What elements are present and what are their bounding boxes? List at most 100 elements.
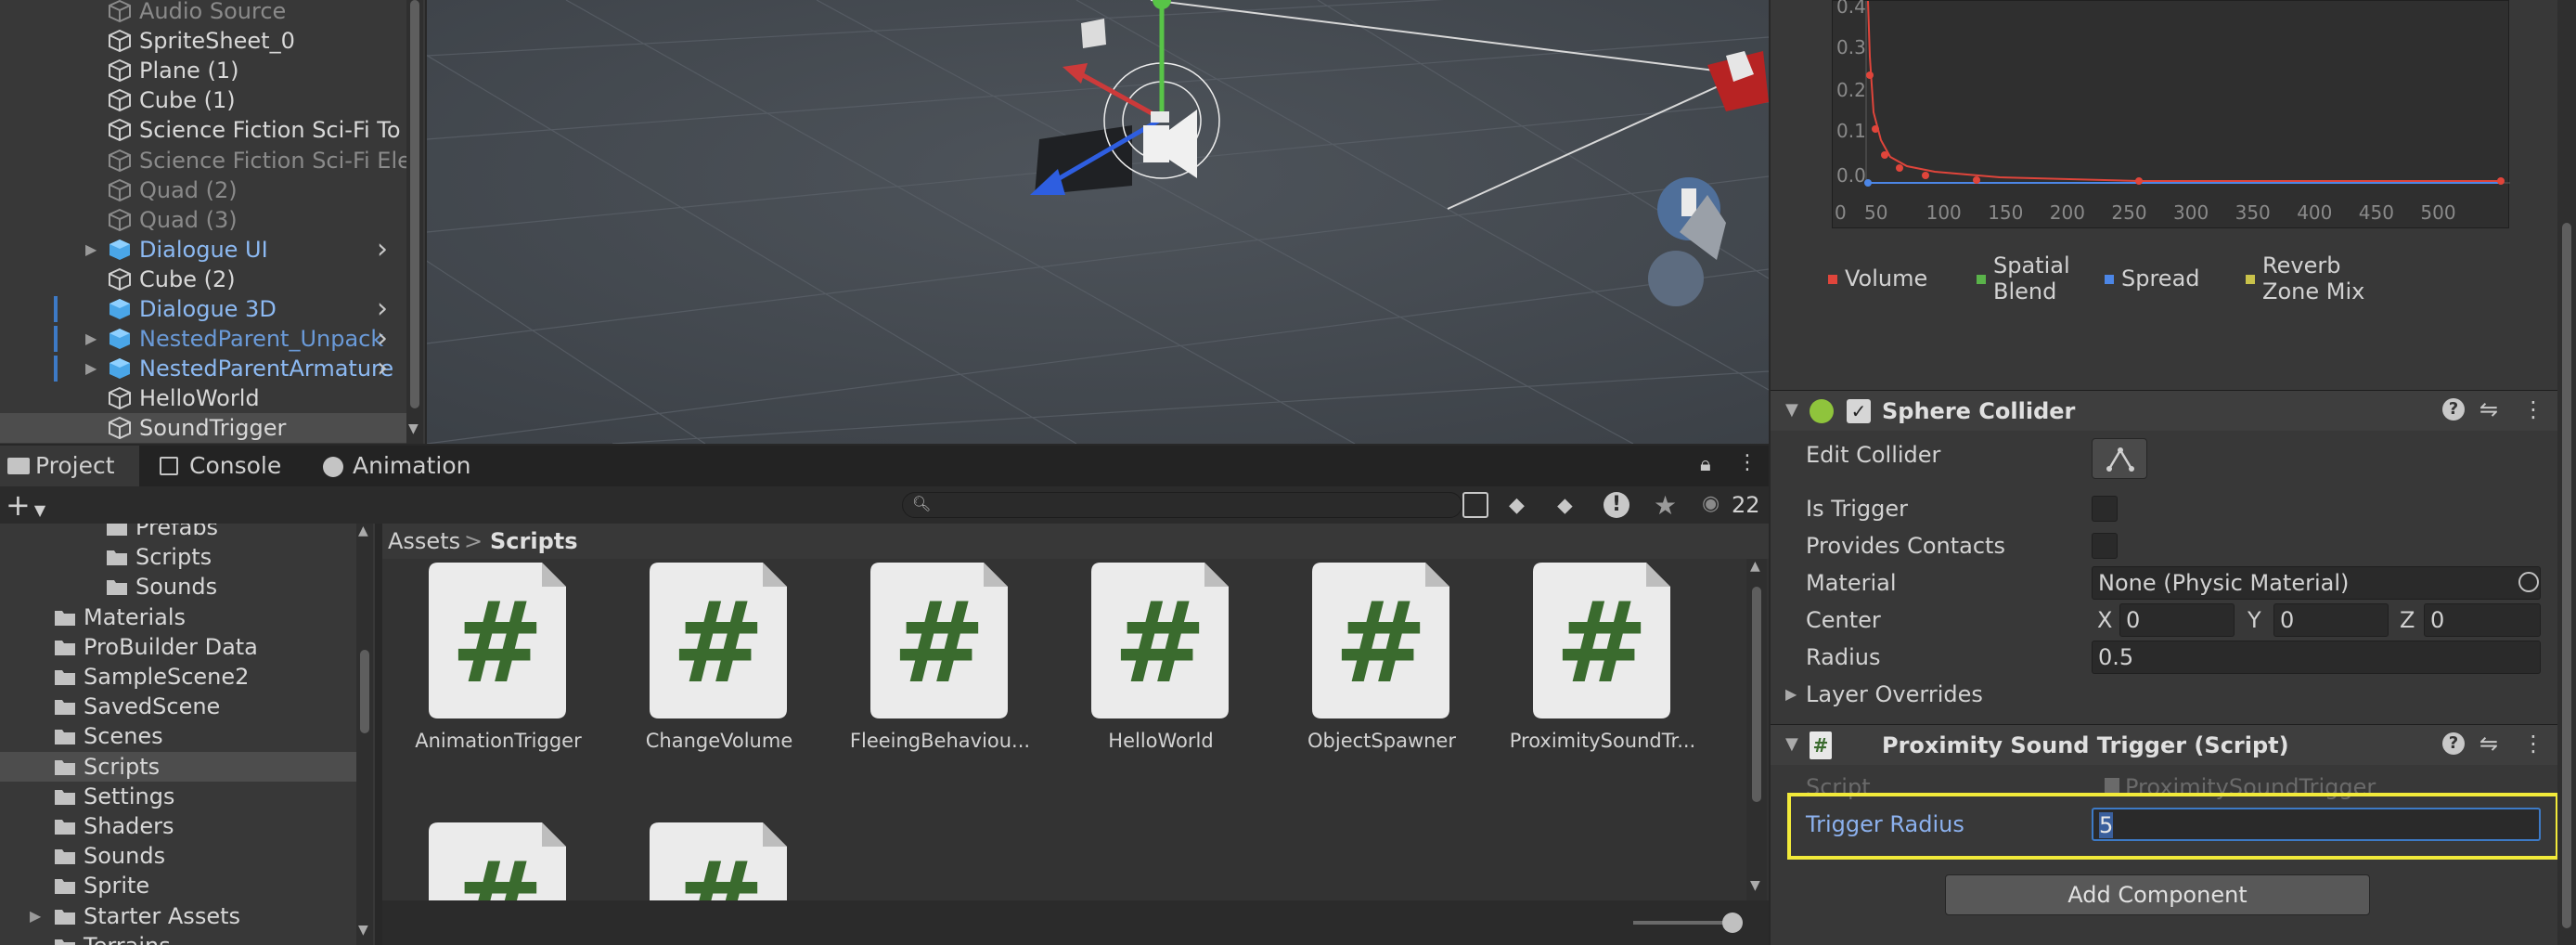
script-asset[interactable]: # HelloWorld: [1050, 559, 1264, 752]
folder-tree-item[interactable]: Sprite: [0, 871, 356, 900]
legend-label[interactable]: Reverb Zone Mix: [2262, 252, 2383, 304]
folder-tree-item[interactable]: Sounds: [0, 572, 356, 602]
tab-project[interactable]: Project: [0, 446, 139, 486]
lock-icon[interactable]: 🔒︎: [1700, 453, 1711, 476]
tab-console[interactable]: Console: [150, 446, 308, 486]
open-prefab-chevron-icon[interactable]: ›: [377, 294, 388, 324]
foldout-arrow-icon[interactable]: ▶: [85, 354, 104, 383]
foldout-arrow-icon[interactable]: ▶: [30, 901, 41, 931]
search-input[interactable]: 🔍︎: [902, 492, 1462, 518]
component-menu-icon[interactable]: ⋮: [2522, 396, 2544, 422]
hierarchy-item[interactable]: Cube (1): [0, 85, 408, 115]
hierarchy-item[interactable]: Dialogue 3D ›: [0, 294, 408, 324]
hierarchy-item[interactable]: Audio Source: [0, 0, 408, 26]
open-prefab-chevron-icon[interactable]: ›: [377, 354, 388, 383]
folder-tree-item[interactable]: Scenes: [0, 721, 356, 751]
open-prefab-chevron-icon[interactable]: ›: [377, 235, 388, 265]
trigger-radius-field[interactable]: 5: [2092, 808, 2541, 841]
center-z-field[interactable]: 0: [2424, 603, 2541, 637]
hierarchy-item[interactable]: SpriteSheet_0: [0, 26, 408, 56]
warning-filter-icon[interactable]: !: [1604, 492, 1629, 518]
legend-label[interactable]: Spread: [2121, 265, 2223, 291]
gameobject-cube-icon: [108, 149, 132, 173]
favorite-star-icon[interactable]: ★: [1654, 490, 1677, 521]
folder-tree-item[interactable]: SampleScene2: [0, 662, 356, 692]
folder-tree-item[interactable]: SavedScene: [0, 692, 356, 721]
folder-tree-item[interactable]: ProBuilder Data: [0, 632, 356, 662]
help-icon[interactable]: ?: [2442, 732, 2465, 755]
folder-tree-item[interactable]: Shaders: [0, 811, 356, 841]
hierarchy-item[interactable]: ▶ Dialogue UI ›: [0, 235, 408, 265]
hierarchy-item[interactable]: ▶ NestedParent_Unpack ›: [0, 324, 408, 354]
folder-tree-item[interactable]: Scripts: [0, 542, 356, 572]
sphere-collider-header[interactable]: ▼ ✓ Sphere Collider ? ⇋ ⋮: [1771, 390, 2569, 431]
folder-tree-item[interactable]: Materials: [0, 602, 356, 632]
material-field[interactable]: None (Physic Material): [2092, 566, 2541, 600]
hierarchy-scrollbar[interactable]: ▼: [406, 0, 423, 444]
radius-field[interactable]: 0.5: [2092, 641, 2541, 674]
add-component-button[interactable]: Add Component: [1945, 874, 2370, 915]
folder-tree-item[interactable]: Settings: [0, 782, 356, 811]
enabled-checkbox[interactable]: ✓: [1847, 399, 1871, 423]
rolloff-curve-graph[interactable]: 0.4 0.3 0.2 0.1 0.0 0 50 100 150 200 250 300 350 400…: [1832, 0, 2510, 228]
hierarchy-item[interactable]: Plane (1): [0, 56, 408, 85]
layer-overrides-foldout[interactable]: Layer Overrides: [1806, 681, 1983, 707]
more-menu-icon[interactable]: ⋮: [1737, 451, 1758, 474]
edit-collider-button[interactable]: [2092, 438, 2147, 479]
foldout-arrow-icon[interactable]: ▼: [1785, 400, 1798, 420]
provides-contacts-checkbox[interactable]: [2092, 533, 2118, 559]
folder-tree-item[interactable]: Sounds: [0, 841, 356, 871]
is-trigger-checkbox[interactable]: [2092, 496, 2118, 522]
legend-label[interactable]: Volume: [1845, 265, 1947, 291]
center-x-field[interactable]: 0: [2119, 603, 2235, 637]
hierarchy-item[interactable]: ▶ NestedParentArmature ›: [0, 354, 408, 383]
add-asset-button[interactable]: + ▼: [6, 488, 45, 527]
tree-scrollbar[interactable]: ▲ ▼: [356, 524, 373, 945]
scene-view[interactable]: [427, 0, 1769, 444]
help-icon[interactable]: ?: [2442, 398, 2465, 421]
hierarchy-item[interactable]: Quad (2): [0, 175, 408, 205]
component-menu-icon[interactable]: ⋮: [2522, 731, 2544, 757]
hierarchy-item[interactable]: SoundTrigger: [0, 413, 408, 444]
icon-size-slider[interactable]: [1633, 913, 1743, 933]
hierarchy-item[interactable]: Cube (2): [0, 265, 408, 294]
legend-label[interactable]: Spatial Blend: [1993, 252, 2095, 304]
tab-animation[interactable]: Animation: [316, 446, 483, 486]
layer-overrides-foldout-icon[interactable]: ▶: [1785, 685, 1797, 703]
foldout-arrow-icon[interactable]: ▼: [1785, 734, 1798, 754]
script-asset[interactable]: # ProximitySoundTr...: [1492, 559, 1706, 752]
grid-scrollbar[interactable]: ▲ ▼: [1746, 559, 1767, 900]
preset-icon[interactable]: ⇋: [2479, 396, 2498, 422]
visibility-eye-icon[interactable]: ◉: [1702, 492, 1719, 515]
inspector-scrollbar[interactable]: [2557, 0, 2576, 945]
folder-tree-item[interactable]: Terrains: [0, 931, 356, 945]
label-icon[interactable]: ⬥: [1557, 492, 1573, 518]
open-prefab-chevron-icon[interactable]: ›: [377, 324, 388, 354]
proximity-sound-trigger-header[interactable]: ▼ # Proximity Sound Trigger (Script) ? ⇋…: [1771, 724, 2569, 765]
folder-tree-item[interactable]: Prefabs: [0, 524, 356, 542]
script-asset[interactable]: # ObjectSpawner: [1271, 559, 1485, 752]
center-y-field[interactable]: 0: [2273, 603, 2389, 637]
search-field[interactable]: [934, 495, 1417, 515]
script-asset[interactable]: #: [609, 761, 822, 900]
search-by-type-icon[interactable]: ◆: [1509, 494, 1525, 517]
script-asset[interactable]: # ChangeVolume: [609, 559, 822, 752]
gameobject-cube-icon: [108, 88, 132, 112]
script-asset[interactable]: #: [388, 761, 601, 900]
breadcrumb-scripts[interactable]: Scripts: [490, 524, 578, 559]
foldout-arrow-icon[interactable]: ▶: [85, 235, 104, 265]
hierarchy-item[interactable]: HelloWorld: [0, 383, 408, 413]
folder-tree-item[interactable]: ▶ Starter Assets: [0, 901, 356, 931]
filter-by-type-icon[interactable]: [1462, 492, 1488, 518]
script-asset[interactable]: # AnimationTrigger: [388, 559, 601, 752]
preset-icon[interactable]: ⇋: [2479, 731, 2498, 757]
hierarchy-item[interactable]: Quad (3): [0, 205, 408, 235]
hierarchy-item[interactable]: Science Fiction Sci-Fi To: [0, 115, 408, 145]
breadcrumb-assets[interactable]: Assets: [388, 524, 460, 559]
folder-tree-item[interactable]: Scripts: [0, 751, 356, 782]
slider-thumb[interactable]: [1722, 913, 1743, 933]
foldout-arrow-icon[interactable]: ▶: [85, 324, 104, 354]
hierarchy-item[interactable]: Science Fiction Sci-Fi Ele: [0, 146, 408, 175]
object-picker-icon[interactable]: [2518, 572, 2539, 592]
script-asset[interactable]: # FleeingBehaviou...: [830, 559, 1043, 752]
